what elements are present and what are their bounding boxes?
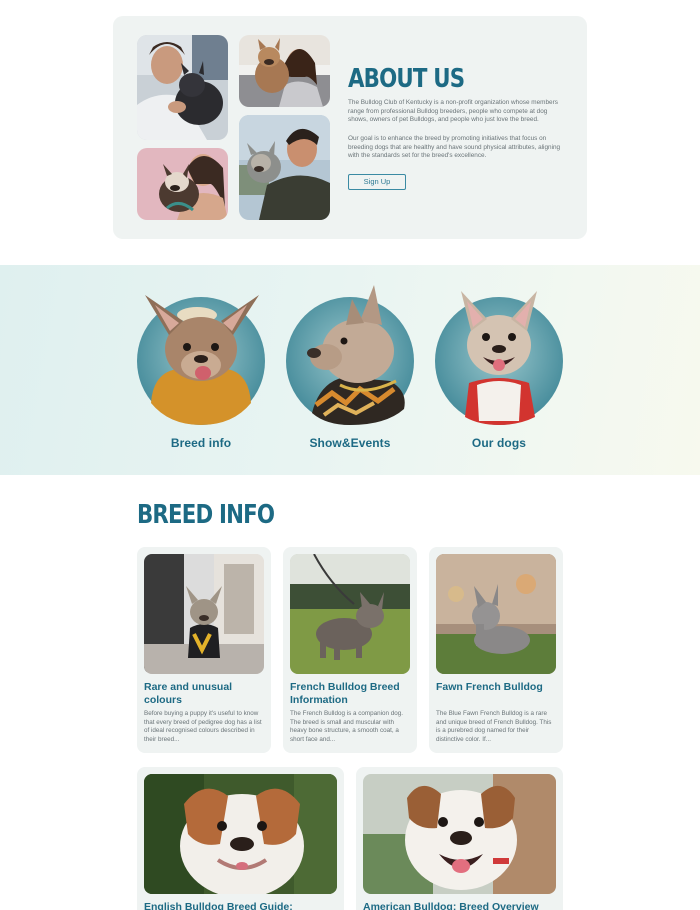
about-paragraph-1: The Bulldog Club of Kentucky is a non-pr… [348,99,558,124]
breed-card-image [436,554,556,674]
breed-info-title: BREED INFO [137,500,275,530]
category-label-our-dogs[interactable]: Our dogs [435,436,563,450]
breed-card-title[interactable]: American Bulldog: Breed Overview [363,901,556,910]
breed-card-american-bulldog[interactable]: American Bulldog: Breed Overview [356,767,563,910]
breed-card-image [144,774,337,894]
breed-card-title[interactable]: Rare and unusual colours [144,681,262,707]
breed-card-english-bulldog[interactable]: English Bulldog Breed Guide: [137,767,344,910]
breed-card-title[interactable]: Fawn French Bulldog [436,681,556,694]
breed-card-image [144,554,264,674]
about-photo-woman-pink-dog [137,148,228,220]
signup-button[interactable]: Sign Up [348,174,406,190]
breed-card-rare-colours[interactable]: Rare and unusual colours Before buying a… [137,547,271,753]
category-breed-info[interactable]: Breed info [137,265,297,475]
breed-card-image [290,554,410,674]
about-title: ABOUT US [348,64,465,94]
breed-card-image [363,774,556,894]
about-photo-man-with-dog [239,115,330,220]
about-paragraph-2: Our goal is to enhance the breed by prom… [348,135,561,160]
about-photo-woman-holding-dog [239,35,330,107]
breed-card-description: The Blue Fawn French Bulldog is a rare a… [436,710,552,743]
breed-card-fawn-french-bulldog[interactable]: Fawn French Bulldog The Blue Fawn French… [429,547,563,753]
show-events-dog-image [286,285,414,425]
breed-card-description: Before buying a puppy it's useful to kno… [144,710,262,743]
about-photo-woman-kissing-dog [137,35,228,140]
our-dogs-dog-image [435,291,563,425]
breed-card-title[interactable]: French Bulldog Breed Information [290,681,410,707]
category-label-breed-info[interactable]: Breed info [137,436,265,450]
category-show-events[interactable]: Show&Events [286,265,446,475]
breed-info-dog-image [137,295,265,425]
category-our-dogs[interactable]: Our dogs [435,265,595,475]
categories-band: Breed info Show&Events Our dogs [0,265,700,475]
breed-card-french-bulldog[interactable]: French Bulldog Breed Information The Fre… [283,547,417,753]
category-label-show-events[interactable]: Show&Events [286,436,414,450]
breed-card-description: The French Bulldog is a companion dog. T… [290,710,404,743]
breed-card-title[interactable]: English Bulldog Breed Guide: [144,901,337,910]
